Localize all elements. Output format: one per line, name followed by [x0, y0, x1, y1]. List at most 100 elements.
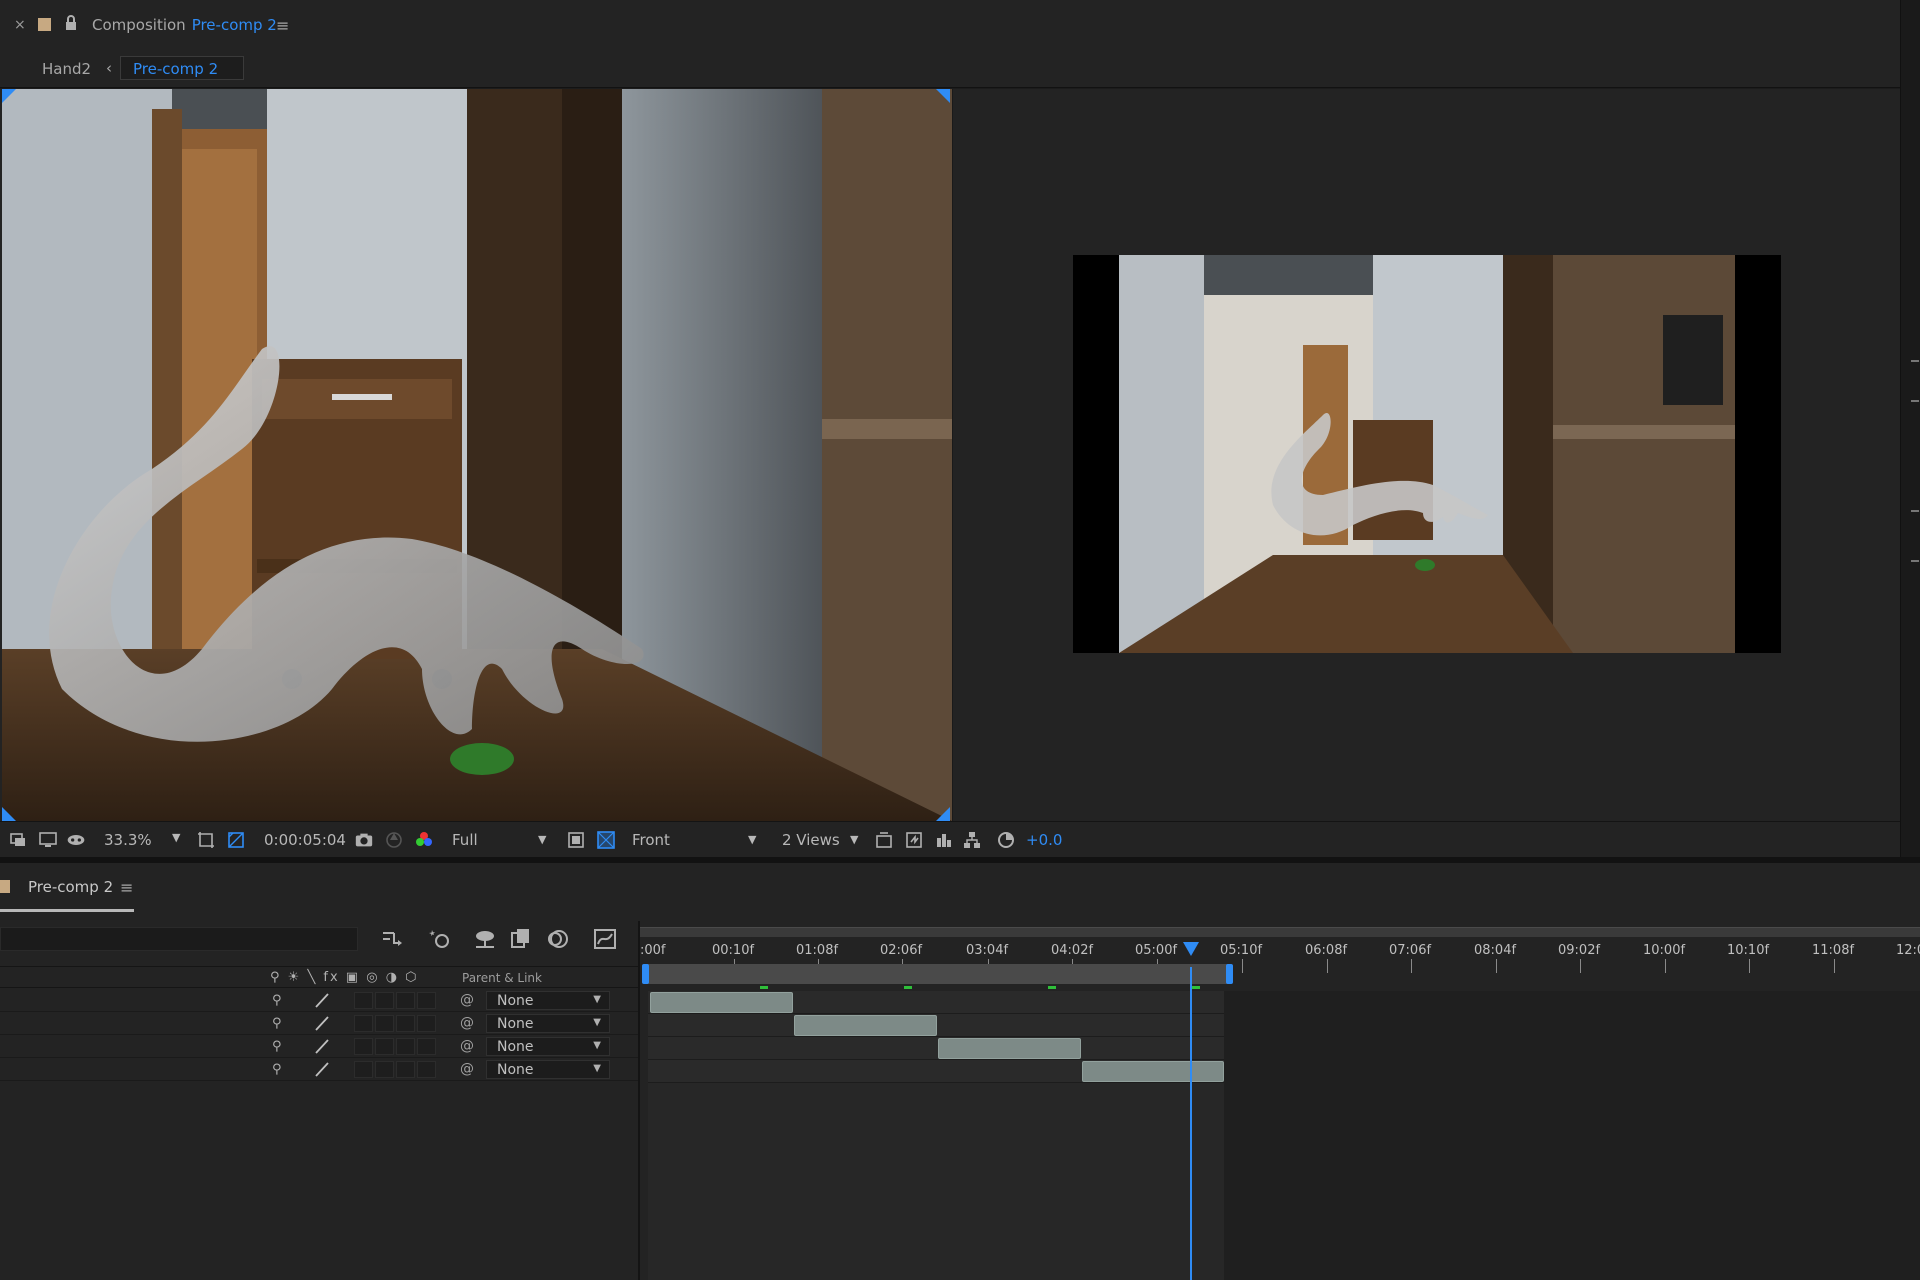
viewer-toolbar: 33.3% ▼ 0:00:05:04 Full ▼ Front ▼ 2 View… [0, 821, 1900, 857]
ruler-tick [1749, 959, 1750, 973]
view-layout-select[interactable]: 2 Views ▼ [774, 828, 864, 852]
layer-row[interactable]: ⚲ @ None ▼ [0, 1012, 640, 1035]
shy-switch-icon[interactable]: ⚲ [272, 1039, 282, 1054]
edge-handle-mark [1911, 360, 1919, 362]
ruler-label: 00:10f [712, 943, 755, 958]
breadcrumb-parent-comp[interactable]: Hand2 [42, 60, 91, 78]
composition-breadcrumb: Hand2 ‹ Pre-comp 2 [0, 50, 1900, 88]
pick-whip-icon[interactable]: @ [460, 1061, 474, 1077]
ruler-tick [1665, 959, 1666, 973]
fast-draft-icon[interactable] [904, 830, 924, 850]
show-snapshot-icon[interactable] [384, 830, 404, 850]
view-corner-marker [936, 807, 950, 821]
grid-icon[interactable] [596, 830, 616, 850]
parent-select[interactable]: None ▼ [486, 991, 610, 1010]
draft-3d-icon[interactable] [426, 927, 452, 951]
monitor-icon[interactable] [38, 830, 58, 850]
current-timecode[interactable]: 0:00:05:04 [264, 831, 346, 849]
transparency-grid-icon[interactable] [226, 830, 246, 850]
shy-switch-icon[interactable]: ⚲ [272, 1062, 282, 1077]
shy-switch-icon[interactable]: ⚲ [272, 1016, 282, 1031]
secondary-view-right[interactable] [952, 89, 1900, 821]
layer-switch-boxes[interactable] [354, 1061, 436, 1078]
parent-select[interactable]: None ▼ [486, 1060, 610, 1079]
exposure-value[interactable]: +0.0 [1026, 831, 1062, 849]
layer-search-input[interactable] [0, 927, 358, 951]
hide-shy-layers-icon[interactable] [472, 927, 498, 951]
color-channels-icon[interactable] [414, 830, 434, 850]
work-area-bar[interactable] [644, 964, 1230, 984]
chevron-down-icon[interactable]: ▼ [172, 831, 180, 844]
resolution-value: Full [452, 831, 478, 849]
work-area-end-handle[interactable] [1226, 964, 1233, 984]
timeline-icon[interactable] [934, 830, 954, 850]
ruler-label: 10:00f [1643, 943, 1686, 958]
chevron-down-icon: ▼ [593, 1063, 601, 1074]
parent-select[interactable]: None ▼ [486, 1037, 610, 1056]
right-panel-edge[interactable] [1900, 0, 1920, 860]
comp-mini-flowchart-icon[interactable] [380, 927, 406, 951]
frame-blending-icon[interactable] [508, 927, 534, 951]
pick-whip-icon[interactable]: @ [460, 1038, 474, 1054]
ruler-label: 05:00f [1135, 943, 1178, 958]
toggle-pixel-aspect-icon[interactable] [874, 830, 894, 850]
pick-whip-icon[interactable]: @ [460, 992, 474, 1008]
parent-select[interactable]: None ▼ [486, 1014, 610, 1033]
fast-previews-icon[interactable] [566, 830, 586, 850]
layer-row[interactable]: ⚲ @ None ▼ [0, 1035, 640, 1058]
parent-select-value: None [497, 1016, 534, 1032]
timeline-menu-icon[interactable]: ≡ [120, 878, 133, 897]
active-view-left[interactable] [2, 89, 952, 821]
cached-frame-marker [760, 986, 768, 989]
motion-blur-icon[interactable] [544, 927, 570, 951]
chevron-down-icon: ▼ [850, 833, 859, 846]
camera-snapshot-icon[interactable] [354, 830, 374, 850]
comp-flowchart-icon[interactable] [962, 830, 982, 850]
timeline-tab[interactable]: Pre-comp 2 [0, 863, 134, 913]
parent-select-value: None [497, 1039, 534, 1055]
close-panel-icon[interactable]: × [14, 17, 26, 33]
parent-link-column-label[interactable]: Parent & Link [462, 971, 542, 985]
pick-whip-icon[interactable]: @ [460, 1015, 474, 1031]
current-time-indicator[interactable] [1190, 967, 1192, 1280]
composition-name[interactable]: Pre-comp 2 [192, 16, 277, 34]
graph-editor-icon[interactable] [592, 927, 618, 951]
region-of-interest-icon[interactable] [196, 830, 216, 850]
mask-visibility-icon[interactable] [66, 830, 86, 850]
work-area-start-handle[interactable] [642, 964, 649, 984]
zoom-level[interactable]: 33.3% [104, 831, 152, 849]
quality-switch-icon[interactable] [314, 993, 330, 1008]
chevron-down-icon: ▼ [538, 833, 547, 846]
ruler-label: 03:04f [966, 943, 1009, 958]
resolution-select[interactable]: Full ▼ [444, 828, 554, 852]
cti-marker-icon[interactable] [1183, 942, 1199, 956]
always-preview-icon[interactable] [8, 830, 28, 850]
ruler-tick [1242, 959, 1243, 973]
quality-switch-icon[interactable] [314, 1039, 330, 1054]
layer-row[interactable]: ⚲ @ None ▼ [0, 989, 640, 1012]
layer-switch-boxes[interactable] [354, 1015, 436, 1032]
layer-switches-icons[interactable]: ⚲ ☀ ╲ fx ▣ ◎ ◑ ⬡ [270, 970, 419, 985]
layer-switch-boxes[interactable] [354, 1038, 436, 1055]
3d-view-value: Front [632, 831, 670, 849]
shy-switch-icon[interactable]: ⚲ [272, 993, 282, 1008]
ruler-label: 05:10f [1220, 943, 1263, 958]
layer-duration-bar[interactable] [650, 992, 793, 1013]
layer-duration-bar[interactable] [794, 1015, 937, 1036]
layer-duration-bar[interactable] [1082, 1061, 1224, 1082]
3d-view-select[interactable]: Front ▼ [624, 828, 764, 852]
edge-handle-mark [1911, 510, 1919, 512]
layer-duration-bar[interactable] [938, 1038, 1081, 1059]
lock-icon[interactable] [64, 14, 78, 32]
label-color-swatch[interactable] [38, 18, 51, 31]
breadcrumb-current-comp[interactable]: Pre-comp 2 [120, 56, 244, 80]
quality-switch-icon[interactable] [314, 1062, 330, 1077]
reset-exposure-icon[interactable] [996, 830, 1016, 850]
panel-menu-icon[interactable]: ≡ [276, 16, 289, 35]
label-color-swatch [0, 880, 10, 893]
layer-switch-boxes[interactable] [354, 992, 436, 1009]
time-navigator-bar[interactable] [640, 927, 1920, 937]
chevron-left-icon[interactable]: ‹ [106, 59, 112, 77]
quality-switch-icon[interactable] [314, 1016, 330, 1031]
layer-row[interactable]: ⚲ @ None ▼ [0, 1058, 640, 1081]
